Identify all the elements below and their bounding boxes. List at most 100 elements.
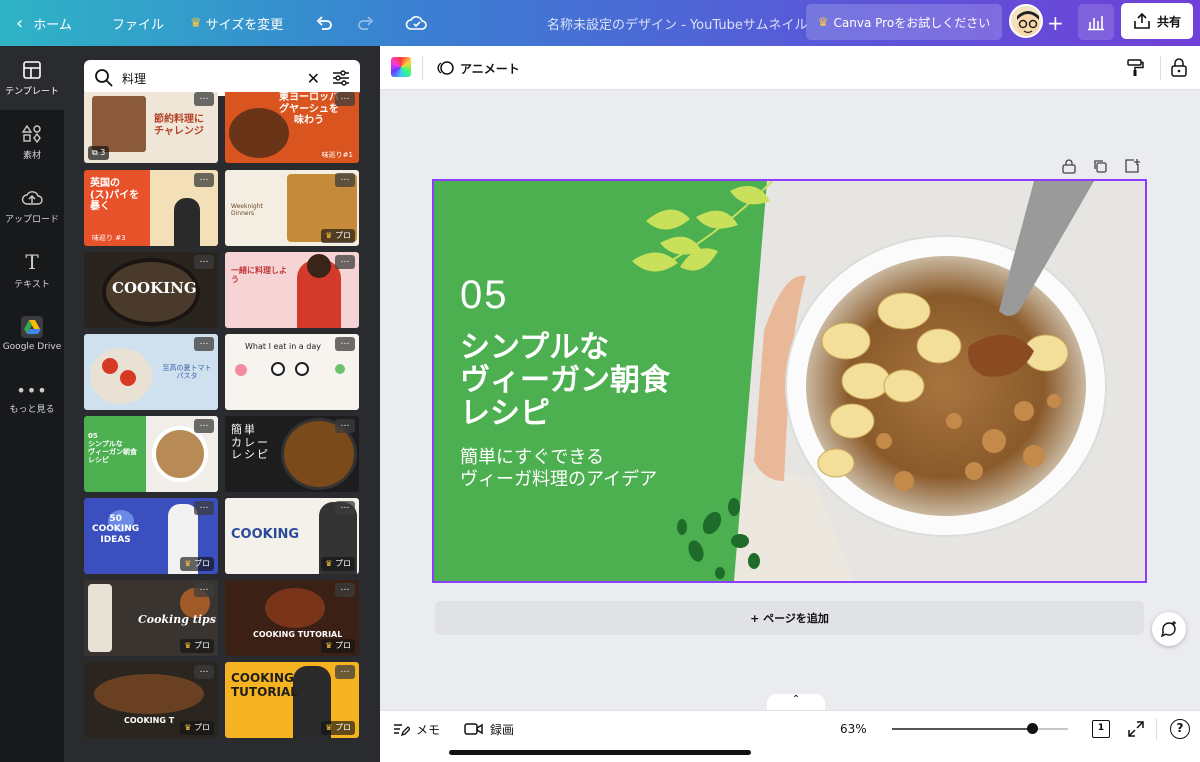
- design-canvas[interactable]: 05 シンプルな ヴィーガン朝食 レシピ 簡単にすぐできる ヴィーガ料理のアイデ…: [432, 179, 1147, 583]
- divider: [422, 56, 423, 80]
- zoom-slider[interactable]: [892, 723, 1068, 734]
- more-options-button[interactable]: …: [194, 583, 214, 597]
- search-box[interactable]: 料理 ✕: [84, 60, 360, 96]
- help-icon: ?: [1176, 721, 1184, 735]
- more-options-button[interactable]: …: [335, 255, 355, 269]
- more-options-button[interactable]: …: [194, 501, 214, 515]
- record-button[interactable]: 録画: [464, 711, 514, 747]
- template-thumbnail[interactable]: 至高の夏トマトパスタ …: [84, 334, 218, 410]
- help-button[interactable]: ?: [1170, 719, 1190, 739]
- add-collaborator-button[interactable]: +: [1047, 0, 1064, 46]
- more-options-button[interactable]: …: [335, 92, 355, 106]
- home-indicator: [449, 750, 751, 755]
- template-thumbnail[interactable]: COOKING T ♛ プロ …: [84, 662, 218, 738]
- design-title[interactable]: 名称未設定のデザイン - YouTubeサムネイル: [547, 0, 808, 46]
- avatar[interactable]: [1009, 4, 1043, 38]
- design-title[interactable]: シンプルな ヴィーガン朝食 レシピ: [460, 331, 670, 430]
- template-thumbnail[interactable]: 簡単 カレー レシピ …: [225, 416, 359, 492]
- google-drive-icon: [21, 316, 43, 338]
- file-menu[interactable]: ファイル: [112, 0, 164, 46]
- crown-icon: ♛: [184, 559, 192, 568]
- lock-icon[interactable]: [1170, 57, 1188, 77]
- rail-item-elements[interactable]: 素材: [0, 110, 64, 174]
- home-button[interactable]: ‹ ホーム: [16, 0, 72, 46]
- more-icon: •••: [16, 381, 48, 400]
- rail-item-uploads[interactable]: アップロード: [0, 174, 64, 238]
- chat-sparkle-icon: [1160, 621, 1176, 638]
- add-page-button[interactable]: + ページを追加: [435, 601, 1144, 635]
- template-icon: [23, 60, 41, 79]
- crown-icon: ♛: [325, 723, 333, 732]
- resize-button[interactable]: ♛ サイズを変更: [190, 0, 283, 46]
- template-thumbnail[interactable]: COOKING TUTORIAL ♛ プロ …: [225, 580, 359, 656]
- design-subtitle[interactable]: 簡単にすぐできる ヴィーガ料理のアイデア: [460, 447, 657, 490]
- share-icon: [1134, 12, 1150, 29]
- zoom-slider-thumb[interactable]: [1027, 723, 1038, 734]
- assistant-button[interactable]: [1152, 612, 1186, 646]
- crown-icon: ♛: [184, 641, 192, 650]
- more-options-button[interactable]: …: [194, 92, 214, 106]
- cloud-sync-button[interactable]: [405, 0, 429, 46]
- side-rail: テンプレート 素材 アップロード T テキスト Google Drive •••…: [0, 46, 64, 762]
- paint-roller-icon[interactable]: [1125, 58, 1145, 78]
- template-thumbnail[interactable]: 英国の (ス)パイを 暴く 味巡り #3 …: [84, 170, 218, 246]
- animate-button[interactable]: アニメート: [436, 46, 520, 90]
- template-thumbnail[interactable]: 節約料理に チャレンジ ⧉ 3 …: [84, 92, 218, 163]
- clear-search-icon[interactable]: ✕: [307, 69, 320, 88]
- more-options-button[interactable]: …: [335, 665, 355, 679]
- template-thumbnail[interactable]: COOKING ♛ プロ …: [225, 498, 359, 574]
- more-options-button[interactable]: …: [194, 173, 214, 187]
- notes-button[interactable]: メモ: [392, 711, 440, 747]
- more-options-button[interactable]: …: [335, 501, 355, 515]
- color-picker-button[interactable]: [391, 57, 411, 77]
- template-thumbnail[interactable]: What I eat in a day …: [225, 334, 359, 410]
- canva-pro-button[interactable]: ♛ Canva Proをお試しください: [806, 4, 1002, 40]
- fullscreen-icon[interactable]: [1127, 720, 1145, 738]
- search-input[interactable]: 料理: [122, 70, 307, 87]
- chevron-up-icon: ⌃: [791, 694, 801, 705]
- redo-button[interactable]: [356, 0, 376, 46]
- lock-page-icon[interactable]: [1061, 158, 1077, 174]
- crown-icon: ♛: [325, 641, 333, 650]
- template-thumbnail[interactable]: Weeknight Dinners ♛ プロ …: [225, 170, 359, 246]
- bar-chart-icon: [1088, 16, 1104, 31]
- more-options-button[interactable]: …: [194, 255, 214, 269]
- rail-item-text[interactable]: T テキスト: [0, 238, 64, 302]
- more-options-button[interactable]: …: [194, 665, 214, 679]
- elements-icon: [22, 124, 41, 143]
- duplicate-page-icon[interactable]: [1092, 158, 1108, 174]
- more-options-button[interactable]: …: [335, 337, 355, 351]
- template-thumbnail[interactable]: Cooking tips ♛ プロ …: [84, 580, 218, 656]
- more-options-button[interactable]: …: [335, 173, 355, 187]
- zoom-percentage[interactable]: 63%: [840, 711, 867, 747]
- design-number[interactable]: 05: [460, 273, 509, 318]
- rail-item-google-drive[interactable]: Google Drive: [0, 302, 64, 366]
- more-options-button[interactable]: …: [194, 419, 214, 433]
- pro-badge: ♛ プロ: [180, 557, 214, 571]
- plus-icon: +: [1047, 11, 1064, 35]
- template-thumbnail[interactable]: 05 シンプルな ヴィーガン朝食 レシピ …: [84, 416, 218, 492]
- pro-badge: ♛ プロ: [180, 721, 214, 735]
- template-thumbnail[interactable]: COOKING TUTORIAL ♛ プロ …: [225, 662, 359, 738]
- add-page-icon[interactable]: [1124, 158, 1140, 174]
- editor-area: アニメート 05 シンプルな ヴィーガン朝食 レシピ 簡単にすぐできる ヴィーガ…: [380, 46, 1200, 762]
- share-button[interactable]: 共有: [1121, 3, 1193, 39]
- insights-button[interactable]: [1078, 4, 1114, 40]
- pro-badge: ♛ プロ: [321, 721, 355, 735]
- more-options-button[interactable]: …: [335, 583, 355, 597]
- page-count-button[interactable]: 1: [1092, 720, 1110, 738]
- animate-icon: [437, 61, 454, 75]
- template-thumbnail[interactable]: 一緒に料理しよう …: [225, 252, 359, 328]
- more-options-button[interactable]: …: [194, 337, 214, 351]
- crown-icon: ♛: [325, 559, 333, 568]
- undo-button[interactable]: [314, 0, 334, 46]
- crown-icon: ♛: [325, 231, 333, 240]
- template-thumbnail[interactable]: 東ヨーロッパ グヤーシュを 味わう 味巡り#1 …: [225, 92, 359, 163]
- notes-icon: [394, 724, 410, 737]
- rail-item-templates[interactable]: テンプレート: [0, 46, 64, 110]
- rail-item-more[interactable]: ••• もっと見る: [0, 366, 64, 430]
- template-thumbnail[interactable]: COOKING …: [84, 252, 218, 328]
- filter-icon[interactable]: [332, 69, 350, 87]
- template-thumbnail[interactable]: 50 COOKING IDEAS ♛ プロ …: [84, 498, 218, 574]
- more-options-button[interactable]: …: [335, 419, 355, 433]
